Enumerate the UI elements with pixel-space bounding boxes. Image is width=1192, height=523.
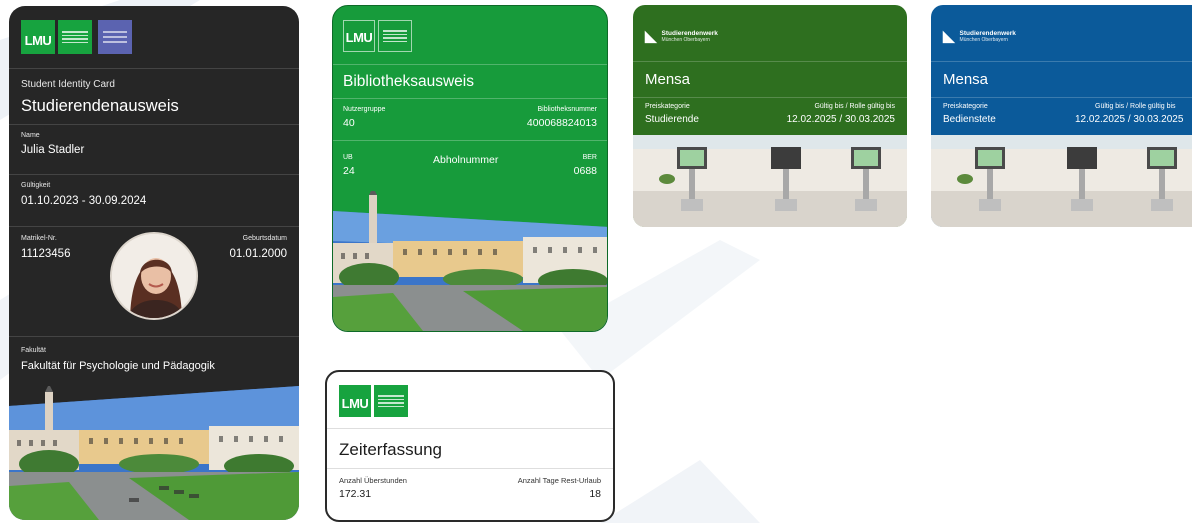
logo-line1: Studierendenwerk <box>661 29 718 37</box>
student-id-card[interactable]: LMU Student Identity Card Studierendenau… <box>9 6 299 520</box>
mensa-title: Mensa <box>645 71 691 88</box>
validity-label: Gültigkeit <box>21 182 51 189</box>
valid-until-label: Gültig bis / Rolle gültig bis <box>814 103 895 110</box>
campus-photo <box>9 386 299 520</box>
price-category-label: Preiskategorie <box>645 103 690 110</box>
validity-value: 01.10.2023 - 30.09.2024 <box>21 195 147 207</box>
vacation-label: Anzahl Tage Rest-Urlaub <box>517 476 601 485</box>
matrikel-value: 11123456 <box>21 248 71 260</box>
ber-label: BER <box>582 154 597 161</box>
birthdate-value: 01.01.2000 <box>229 248 287 260</box>
lmu-logo-wordmark <box>58 20 92 54</box>
valid-until-label: Gültig bis / Rolle gültig bis <box>1095 103 1176 110</box>
valid-until-value: 12.02.2025 / 30.03.2025 <box>786 114 895 125</box>
ub-value: 24 <box>343 165 355 177</box>
profile-photo <box>110 232 198 320</box>
lmu-logo-wordmark <box>378 20 412 52</box>
overtime-label: Anzahl Überstunden <box>339 476 407 485</box>
valid-until-value: 12.02.2025 / 30.03.2025 <box>1075 114 1184 125</box>
card-logos: LMU <box>21 20 132 54</box>
divider <box>633 97 907 98</box>
divider <box>9 174 299 175</box>
partner-logo <box>98 20 132 54</box>
ub-label: UB <box>343 154 353 161</box>
library-title: Bibliotheksausweis <box>343 73 474 90</box>
vacation-value: 18 <box>589 488 601 500</box>
divider <box>633 61 907 62</box>
mensa-card-student[interactable]: ◣ Studierendenwerk München Oberbayern Me… <box>633 5 907 227</box>
library-number-label: Bibliotheksnummer <box>537 106 597 113</box>
time-card-title: Zeiterfassung <box>339 440 442 459</box>
library-number-value: 400068824013 <box>526 117 597 129</box>
mensa-title: Mensa <box>943 71 989 88</box>
name-label: Name <box>21 132 40 139</box>
checkout-kiosk-photo <box>931 135 1192 227</box>
studierendenwerk-logo: ◣ Studierendenwerk München Oberbayern <box>943 27 1016 45</box>
divider <box>9 226 299 227</box>
lmu-logo-mark: LMU <box>339 385 371 417</box>
user-group-label: Nutzergruppe <box>343 106 386 113</box>
birthdate-label: Geburtsdatum <box>242 235 287 242</box>
divider <box>333 140 607 141</box>
user-group-value: 40 <box>343 117 355 129</box>
divider <box>931 61 1192 62</box>
logo-line1: Studierendenwerk <box>959 29 1016 37</box>
divider <box>327 468 613 469</box>
lmu-logo-mark: LMU <box>21 20 55 54</box>
price-category-value: Bedienstete <box>943 114 996 125</box>
matrikel-label: Matrikel-Nr. <box>21 235 57 242</box>
campus-photo <box>333 191 607 331</box>
mensa-card-staff[interactable]: ◣ Studierendenwerk München Oberbayern Me… <box>931 5 1192 227</box>
faculty-label: Fakultät <box>21 347 46 354</box>
divider <box>333 64 607 65</box>
checkout-kiosk-photo <box>633 135 907 227</box>
name-value: Julia Stadler <box>21 144 85 156</box>
divider <box>9 124 299 125</box>
price-category-value: Studierende <box>645 114 699 125</box>
price-category-label: Preiskategorie <box>943 103 988 110</box>
divider <box>9 336 299 337</box>
pickup-label: Abholnummer <box>433 154 499 166</box>
divider <box>931 97 1192 98</box>
divider <box>327 428 613 429</box>
library-card[interactable]: LMU Bibliotheksausweis Nutzergruppe 40 B… <box>332 5 608 332</box>
lmu-logo: LMU <box>21 20 92 54</box>
divider <box>333 98 607 99</box>
logo-line2: München Oberbayern <box>661 36 710 43</box>
divider <box>9 68 299 69</box>
logo-line2: München Oberbayern <box>959 36 1008 43</box>
overtime-value: 172.31 <box>339 488 372 500</box>
card-title-en: Student Identity Card <box>21 79 115 90</box>
lmu-logo-wordmark <box>374 385 408 417</box>
card-title-de: Studierendenausweis <box>21 97 179 115</box>
ber-value: 0688 <box>573 165 597 177</box>
studierendenwerk-logo: ◣ Studierendenwerk München Oberbayern <box>645 27 718 45</box>
lmu-logo: LMU <box>343 20 412 52</box>
lmu-logo: LMU <box>339 385 408 417</box>
time-tracking-card[interactable]: LMU Zeiterfassung Anzahl Überstunden 172… <box>325 370 615 522</box>
studierendenwerk-logo-icon: ◣ <box>943 28 955 45</box>
faculty-value: Fakultät für Psychologie und Pädagogik <box>21 360 215 372</box>
lmu-logo-mark: LMU <box>343 20 375 52</box>
studierendenwerk-logo-icon: ◣ <box>645 28 657 45</box>
